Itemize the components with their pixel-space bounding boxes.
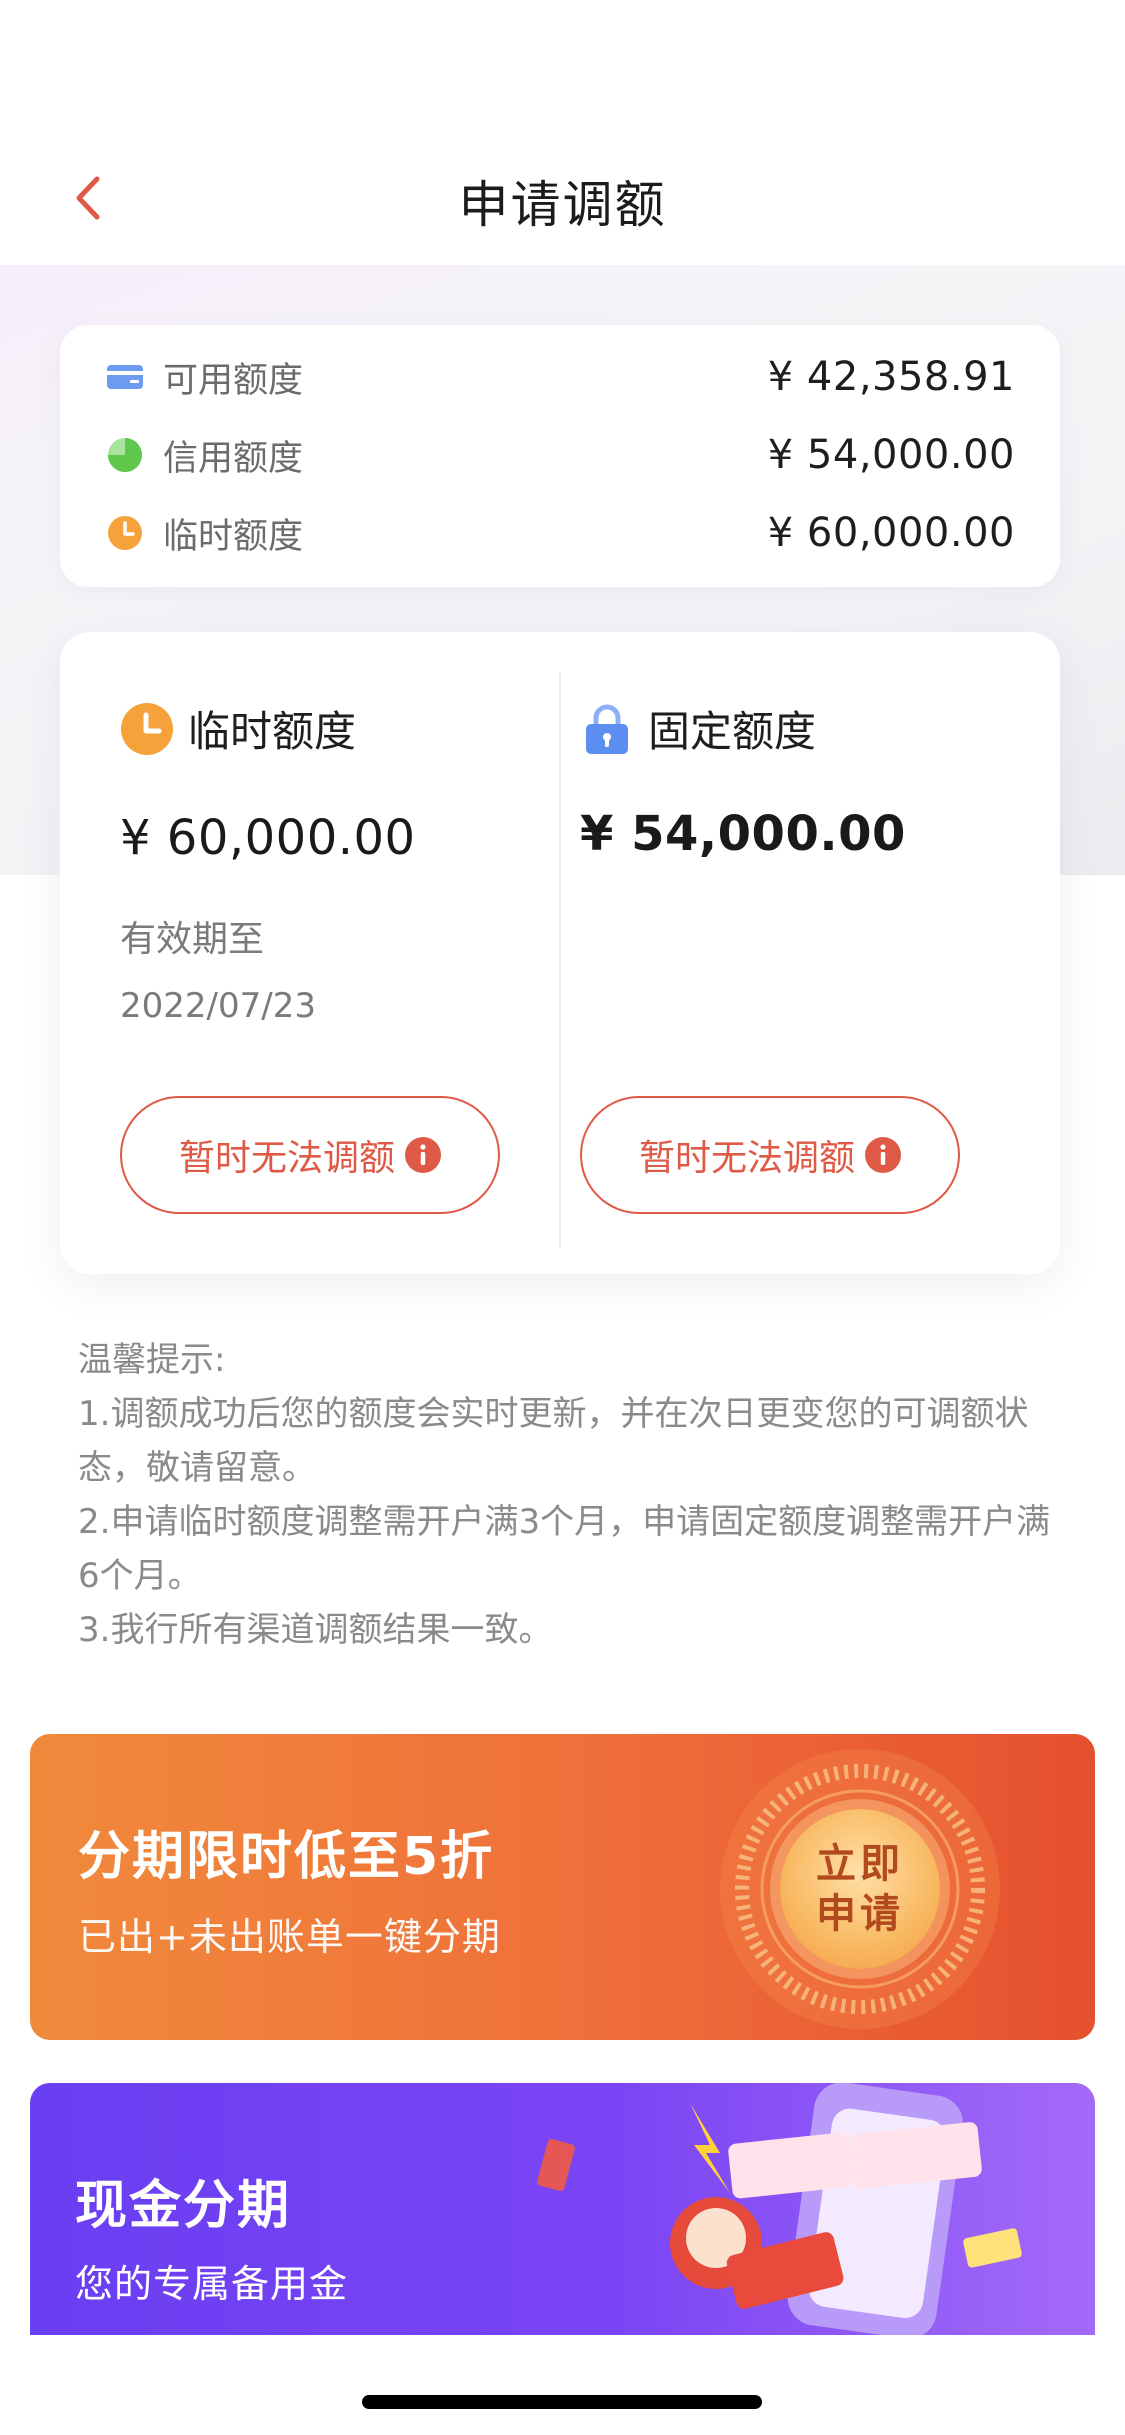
valid-until-date: 2022/07/23 [120,986,316,1026]
installment-promo-title: 分期限时低至5折 [78,1827,495,1887]
info-icon[interactable] [405,1137,441,1173]
adjust-button-label: 暂时无法调额 [178,1138,395,1179]
installment-promo-banner[interactable]: 分期限时低至5折 已出+未出账单一键分期 立即 申请 [30,1734,1095,2040]
temporary-quota-amount: ¥ 60,000.00 [120,810,416,866]
fixed-quota-title: 固定额度 [648,707,817,756]
summary-label: 信用额度 [163,438,304,479]
tips-line: 2.申请临时额度调整需开户满3个月，申请固定额度调整需开户满6个月。 [78,1502,1051,1596]
summary-label: 可用额度 [163,360,304,401]
valid-until-label: 有效期至 [120,919,265,960]
home-indicator[interactable] [362,2395,762,2409]
tips-line: 1.调额成功后您的额度会实时更新，并在次日更变您的可调额状态，敬请留意。 [78,1394,1029,1488]
tips-title: 温馨提示: [78,1340,226,1380]
lock-icon [580,702,634,756]
cash-installment-title: 现金分期 [75,2176,292,2236]
fixed-quota-amount: ¥ 54,000.00 [580,806,906,862]
summary-value: ¥ 42,358.91 [767,354,1015,400]
quota-summary-card: 可用额度 ¥ 42,358.91 信用额度 ¥ 54,000.00 临时额度 ¥… [60,325,1060,587]
tips-line: 3.我行所有渠道调额结果一致。 [78,1610,553,1650]
summary-row-temporary: 临时额度 ¥ 60,000.00 [105,503,1015,563]
temporary-quota-title: 临时额度 [188,707,357,756]
clock-icon [105,513,145,553]
installment-promo-subtitle: 已出+未出账单一键分期 [78,1915,501,1959]
page-title: 申请调额 [458,176,667,234]
fixed-quota-header: 固定额度 [580,698,816,759]
fixed-quota-section: 固定额度 ¥ 54,000.00 暂时无法调额 [560,632,1060,1274]
summary-value: ¥ 60,000.00 [767,510,1015,556]
cash-installment-subtitle: 您的专属备用金 [75,2262,349,2306]
temporary-quota-section: 临时额度 ¥ 60,000.00 有效期至 2022/07/23 暂时无法调额 [60,632,560,1274]
card-icon [105,357,145,397]
tips-section: 温馨提示: 1.调额成功后您的额度会实时更新，并在次日更变您的可调额状态，敬请留… [78,1333,1063,1657]
cash-installment-banner[interactable]: 现金分期 您的专属备用金 [30,2083,1095,2335]
apply-now-label-1: 立即 [816,1841,904,1887]
apply-now-button[interactable]: 立即 申请 [780,1809,940,1969]
quota-adjust-card: 临时额度 ¥ 60,000.00 有效期至 2022/07/23 暂时无法调额 [60,632,1060,1274]
summary-label: 临时额度 [163,516,304,557]
pie-icon [105,435,145,475]
apply-now-badge[interactable]: 立即 申请 [730,1759,990,2019]
clock-icon [120,702,174,756]
summary-row-available: 可用额度 ¥ 42,358.91 [105,347,1015,407]
apply-now-label-2: 申请 [816,1891,904,1937]
adjust-button-label: 暂时无法调额 [638,1138,855,1179]
summary-row-credit: 信用额度 ¥ 54,000.00 [105,425,1015,485]
fixed-adjust-button[interactable]: 暂时无法调额 [580,1096,960,1214]
temporary-quota-header: 临时额度 [120,698,356,759]
summary-value: ¥ 54,000.00 [767,432,1015,478]
temporary-adjust-button[interactable]: 暂时无法调额 [120,1096,500,1214]
info-icon[interactable] [865,1137,901,1173]
